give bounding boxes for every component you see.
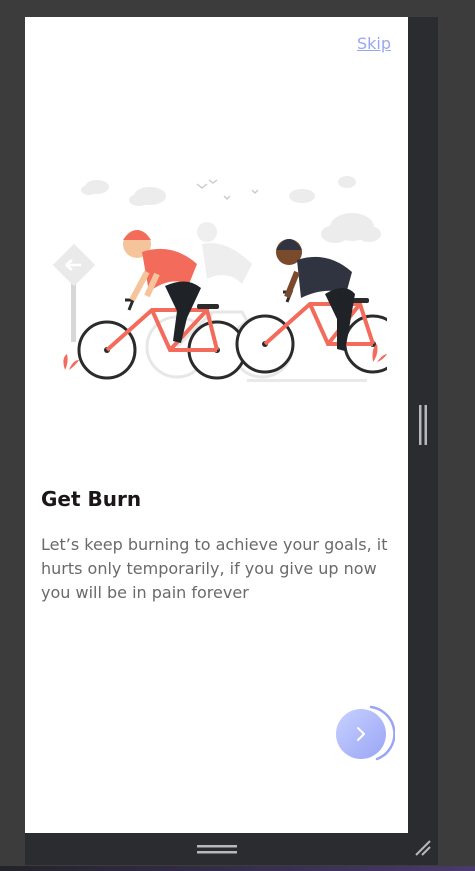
next-button-container[interactable] — [333, 703, 395, 765]
emulator-stage: Skip Get Burn Let’s keep burning to achi… — [0, 0, 475, 871]
skip-link[interactable]: Skip — [357, 34, 391, 53]
onboarding-screen: Skip Get Burn Let’s keep burning to achi… — [25, 17, 408, 833]
page-description: Let’s keep burning to achieve your goals… — [41, 535, 388, 602]
scrollbar-handle[interactable] — [417, 405, 429, 445]
birds — [196, 179, 259, 200]
page-title: Get Burn — [41, 487, 142, 511]
chevron-right-icon — [357, 727, 365, 741]
clouds — [81, 176, 381, 243]
next-button[interactable] — [336, 709, 386, 759]
resize-grip-icon[interactable] — [413, 838, 433, 858]
back-bike — [235, 290, 387, 374]
cyclists-illustration — [52, 176, 387, 382]
taskbar-edge — [0, 866, 475, 871]
drag-handle[interactable] — [197, 844, 237, 856]
